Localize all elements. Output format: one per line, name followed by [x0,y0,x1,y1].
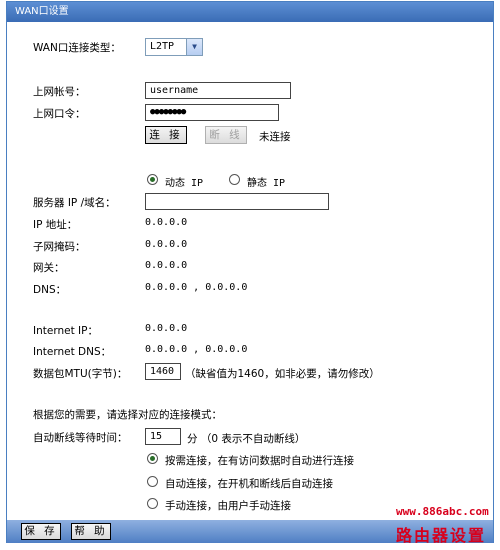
ip-value: 0.0.0.0 [145,217,188,228]
ip-label: IP 地址： [33,219,78,231]
mtu-label: 数据包MTU(字节)： [33,368,128,380]
idle-input[interactable]: 15 [145,428,181,445]
disconnect-button[interactable]: 断 线 [205,126,247,144]
static-ip-label: 静态 IP [247,178,286,189]
internet-ip-label: Internet IP： [33,325,98,337]
internet-ip-value: 0.0.0.0 [145,323,188,334]
internet-dns-value: 0.0.0.0 , 0.0.0.0 [145,344,248,355]
account-label: 上网帐号： [33,86,86,98]
password-input[interactable]: ●●●●●●●● [145,104,279,121]
idle-hint: 分 （0 表示不自动断线） [187,433,306,445]
account-input[interactable]: username [145,82,291,99]
wan-type-select[interactable]: L2TP ▼ [145,38,203,56]
password-label: 上网口令： [33,108,86,120]
mode-auto-label: 自动连接，在开机和断线后自动连接 [165,478,333,490]
wan-type-label: WAN口连接类型： [33,42,121,54]
connect-button[interactable]: 连 接 [145,126,187,144]
mtu-hint: （缺省值为1460，如非必要，请勿修改） [185,368,380,380]
dynamic-ip-label: 动态 IP [165,178,204,189]
server-input[interactable] [145,193,329,210]
mask-label: 子网掩码： [33,241,86,253]
wan-settings-panel: WAN口设置 WAN口连接类型： L2TP ▼ 上网帐号： username 上… [6,1,494,543]
wan-type-value: L2TP [150,41,175,52]
dns-value: 0.0.0.0 , 0.0.0.0 [145,282,248,293]
mode-manual-label: 手动连接，由用户手动连接 [165,500,291,512]
mode-on-demand-radio[interactable] [147,453,158,464]
mode-prompt: 根据您的需要，请选择对应的连接模式： [33,409,222,421]
watermark-url: www.886abc.com [396,505,489,518]
internet-dns-label: Internet DNS： [33,346,112,358]
server-label: 服务器 IP /域名： [33,197,116,209]
dns-label: DNS： [33,284,67,296]
mode-on-demand-label: 按需连接，在有访问数据时自动进行连接 [165,455,354,467]
mask-value: 0.0.0.0 [145,239,188,250]
help-button[interactable]: 帮 助 [71,523,111,540]
static-ip-radio[interactable] [229,174,240,185]
panel-title: WAN口设置 [7,2,493,22]
gateway-label: 网关： [33,262,65,274]
save-button[interactable]: 保 存 [21,523,61,540]
mode-manual-radio[interactable] [147,498,158,509]
gateway-value: 0.0.0.0 [145,260,188,271]
dynamic-ip-radio[interactable] [147,174,158,185]
mtu-input[interactable]: 1460 [145,363,181,380]
idle-label: 自动断线等待时间： [33,432,128,444]
watermark-name: 路由器设置 [396,526,487,545]
chevron-down-icon: ▼ [186,39,202,55]
mode-auto-radio[interactable] [147,476,158,487]
connection-status: 未连接 [259,131,291,143]
